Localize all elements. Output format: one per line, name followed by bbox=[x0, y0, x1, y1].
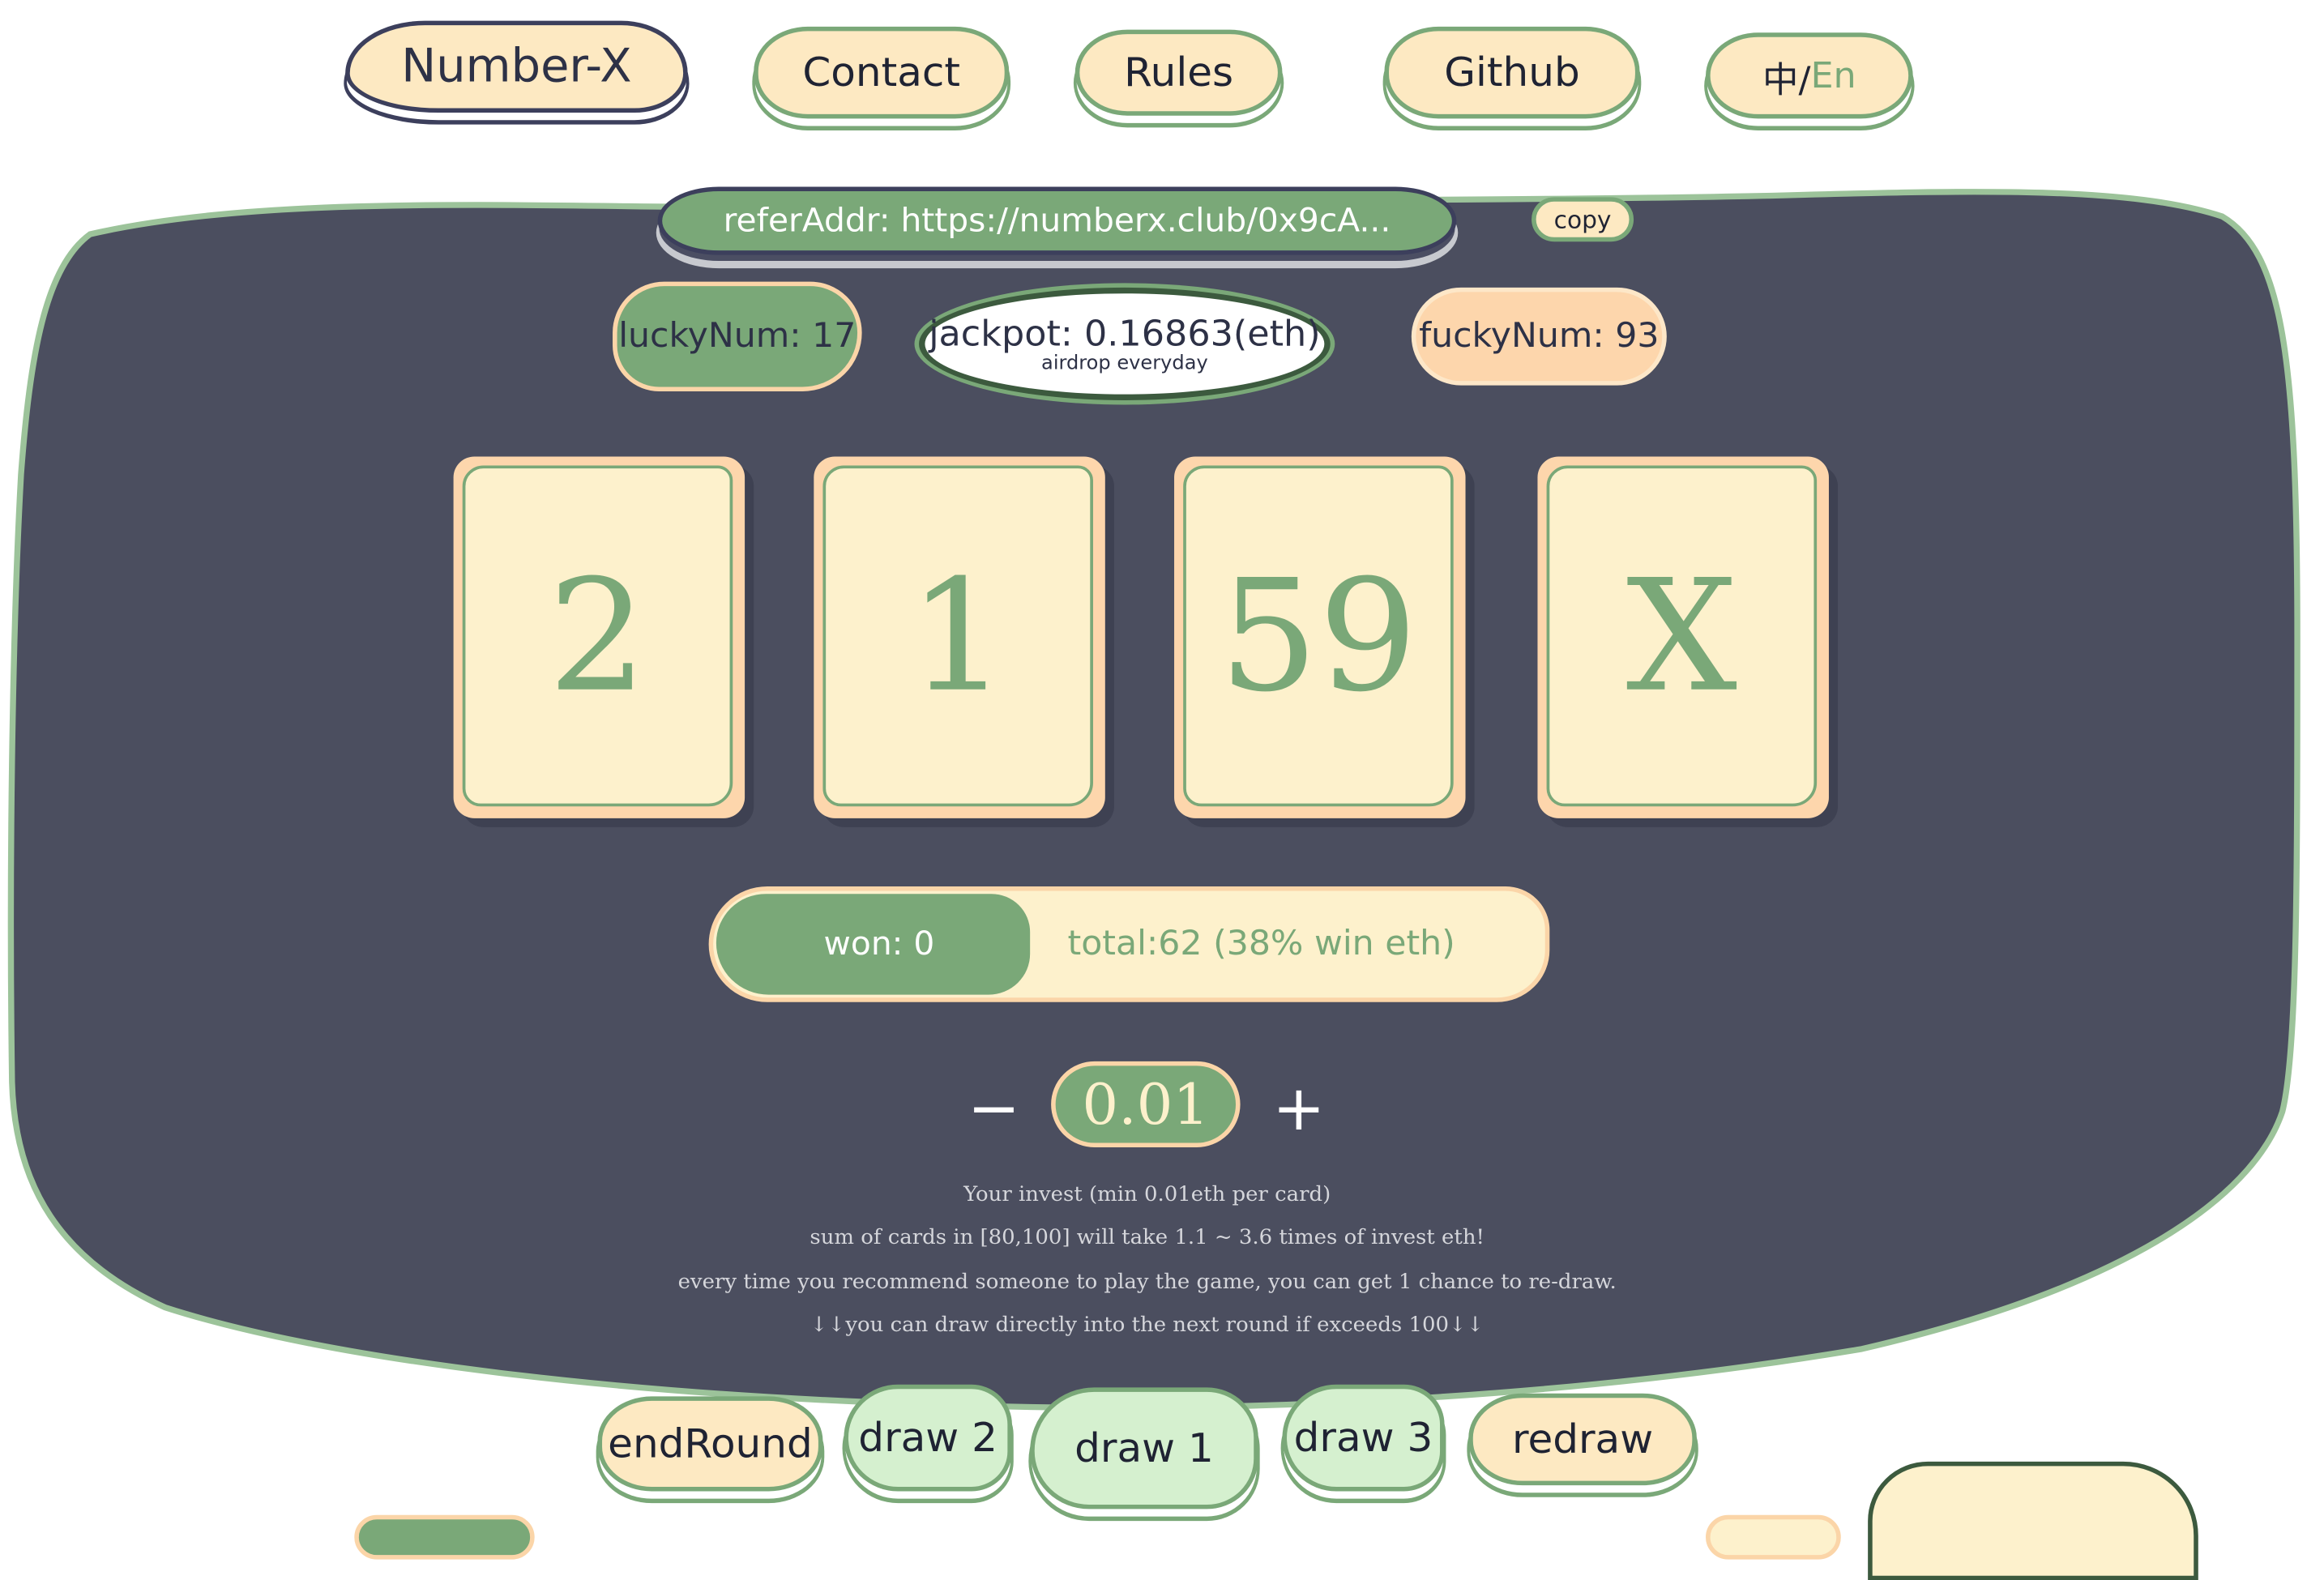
info-line-2: sum of cards in [80,100] will take 1.1 ~… bbox=[810, 1225, 1485, 1250]
bottom-right-card bbox=[1868, 1461, 2198, 1580]
jackpot-note: airdrop everyday bbox=[1041, 352, 1208, 375]
invest-amount[interactable]: 0.01 bbox=[1051, 1061, 1241, 1148]
refer-address: referAddr: https://numberx.club/0x9cA... bbox=[657, 186, 1457, 255]
card-3: 59 bbox=[1174, 456, 1466, 818]
draw-3-label: draw 3 bbox=[1293, 1415, 1433, 1461]
draw-1-label: draw 1 bbox=[1074, 1425, 1214, 1471]
fucky-number-badge: fuckyNum: 93 bbox=[1411, 287, 1667, 386]
win-progress-bar: won: 0 total:62 (38% win eth) bbox=[708, 886, 1550, 1002]
increase-invest-button[interactable]: + bbox=[1269, 1067, 1329, 1147]
draw-3-button[interactable]: draw 3 bbox=[1282, 1384, 1445, 1492]
language-toggle[interactable]: 中/En bbox=[1706, 32, 1913, 119]
info-line-1: Your invest (min 0.01eth per card) bbox=[963, 1182, 1331, 1207]
github-label: Github bbox=[1444, 49, 1580, 96]
redraw-label: redraw bbox=[1511, 1416, 1654, 1463]
lang-zh-label: 中/ bbox=[1762, 58, 1811, 100]
game-page: Number-X Contact Rules Github 中/En refer… bbox=[0, 0, 2324, 1580]
draw-2-label: draw 2 bbox=[858, 1415, 998, 1461]
card-2: 1 bbox=[814, 456, 1105, 818]
info-line-3: every time you recommend someone to play… bbox=[677, 1270, 1617, 1295]
won-text: won: 0 bbox=[823, 925, 935, 963]
jackpot-badge: jackpot: 0.16863(eth) airdrop everyday bbox=[919, 287, 1331, 400]
decrease-invest-button[interactable]: − bbox=[964, 1067, 1024, 1147]
lucky-number-badge: luckyNum: 17 bbox=[613, 281, 862, 391]
bottom-left-blob bbox=[354, 1514, 535, 1560]
jackpot-text: jackpot: 0.16863(eth) bbox=[929, 313, 1321, 355]
fucky-number-text: fuckyNum: 93 bbox=[1419, 317, 1660, 357]
win-progress-fill: won: 0 bbox=[716, 894, 1031, 995]
logo-button[interactable]: Number-X bbox=[345, 20, 688, 113]
end-round-button[interactable]: endRound bbox=[597, 1396, 823, 1492]
github-button[interactable]: Github bbox=[1384, 26, 1640, 119]
contact-label: Contact bbox=[802, 49, 961, 96]
logo-text: Number-X bbox=[401, 40, 632, 94]
lang-en-label: En bbox=[1810, 54, 1856, 96]
card-1-value: 2 bbox=[462, 465, 733, 807]
lucky-number-text: luckyNum: 17 bbox=[618, 317, 857, 357]
draw-1-button[interactable]: draw 1 bbox=[1030, 1387, 1258, 1510]
copy-label: copy bbox=[1553, 205, 1612, 234]
end-round-label: endRound bbox=[608, 1420, 813, 1467]
info-line-4: ↓↓you can draw directly into the next ro… bbox=[810, 1313, 1485, 1338]
redraw-button[interactable]: redraw bbox=[1468, 1393, 1697, 1486]
card-3-value: 59 bbox=[1183, 465, 1454, 807]
card-1: 2 bbox=[453, 456, 745, 818]
card-2-value: 1 bbox=[822, 465, 1093, 807]
refer-address-text: referAddr: https://numberx.club/0x9cA... bbox=[723, 202, 1391, 240]
copy-button[interactable]: copy bbox=[1532, 197, 1634, 242]
card-4-value: X bbox=[1546, 465, 1818, 807]
rules-button[interactable]: Rules bbox=[1074, 29, 1283, 116]
contact-button[interactable]: Contact bbox=[754, 26, 1010, 119]
rules-label: Rules bbox=[1124, 49, 1234, 96]
total-text: total:62 (38% win eth) bbox=[1067, 925, 1455, 964]
draw-2-button[interactable]: draw 2 bbox=[844, 1384, 1012, 1492]
invest-amount-value: 0.01 bbox=[1082, 1071, 1210, 1138]
bottom-mid-blob bbox=[1706, 1514, 1841, 1560]
card-4: X bbox=[1537, 456, 1829, 818]
